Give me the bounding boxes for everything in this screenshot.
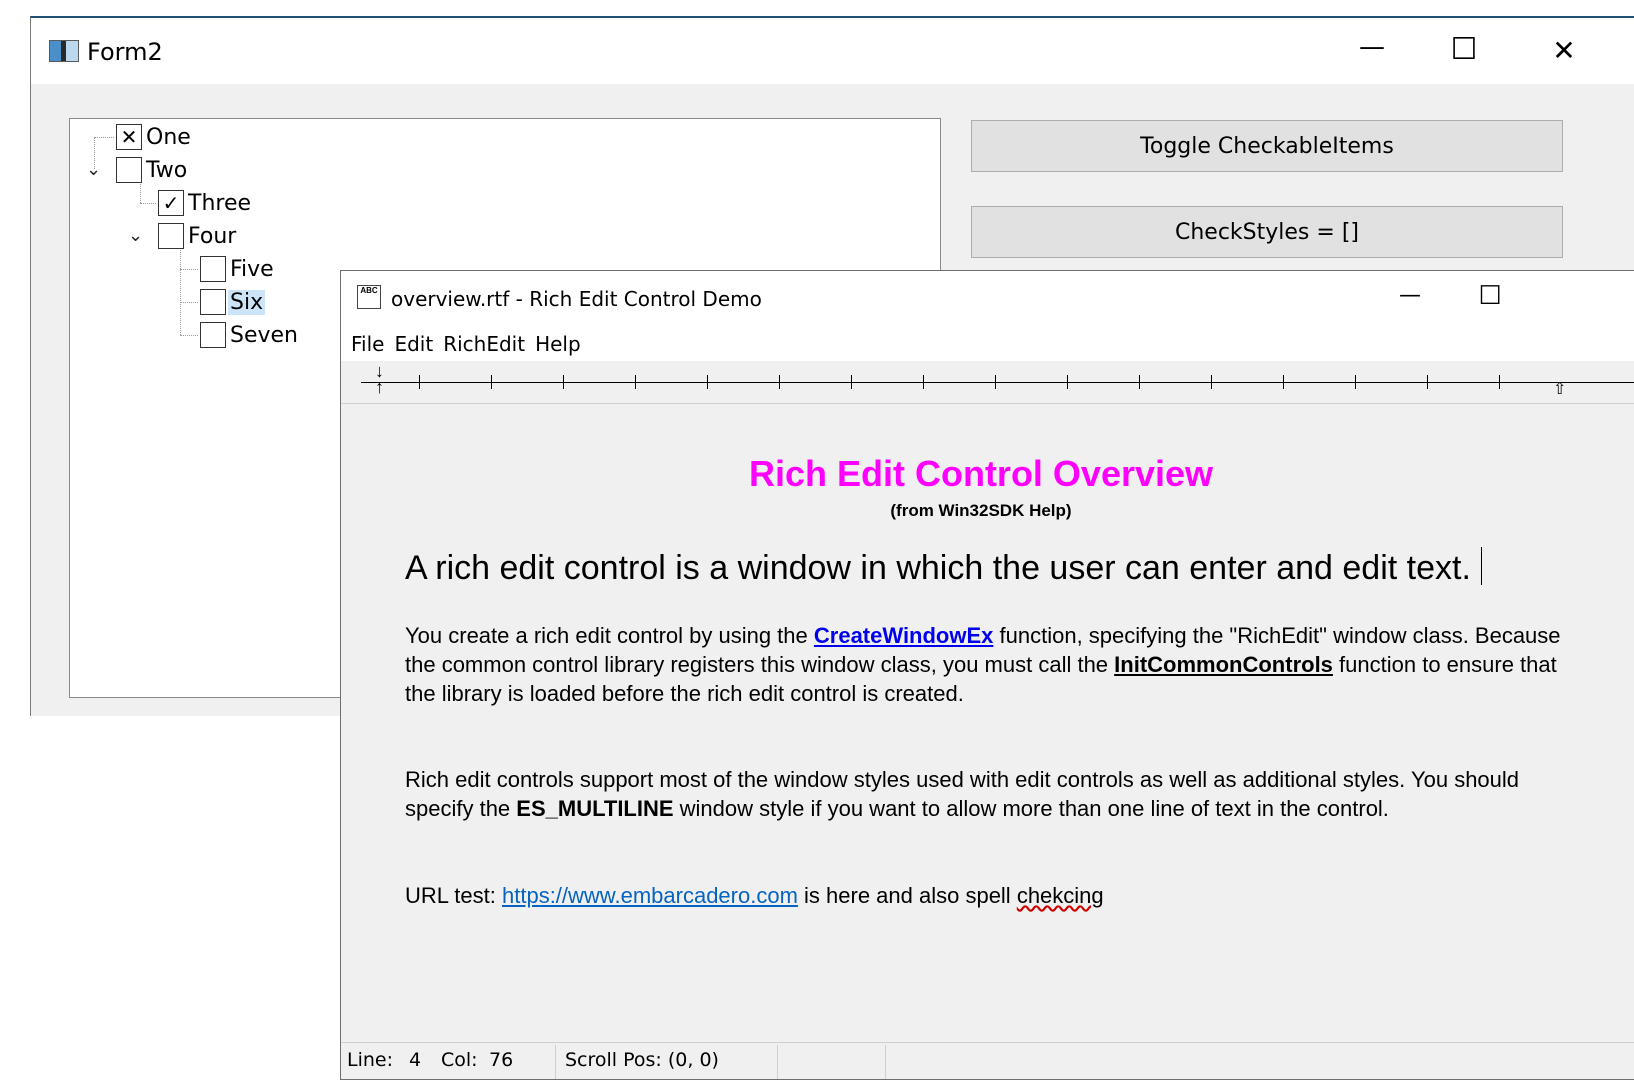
tree-node-label: Two	[146, 157, 188, 183]
ruler[interactable]: ↓ ↑ ⇧	[341, 362, 1634, 404]
text-run: URL test:	[405, 883, 502, 908]
tree-connector	[140, 203, 156, 204]
tree-node-three[interactable]: ✓ Three	[158, 188, 253, 218]
doc-paragraph-2: Rich edit controls support most of the w…	[405, 765, 1565, 823]
text-run: You create a rich edit control by using …	[405, 623, 814, 648]
tab-marker-icon[interactable]: ⇧	[1553, 379, 1566, 399]
maximize-button[interactable]: ☐	[1465, 281, 1515, 311]
status-line-label: Line:	[347, 1049, 393, 1071]
ruler-tick	[707, 375, 708, 389]
tree-node-one[interactable]: ✕ One	[116, 122, 193, 152]
rich-edit-window: ABC overview.rtf - Rich Edit Control Dem…	[340, 270, 1634, 1080]
misspelled-word: chekcing	[1016, 883, 1104, 908]
ruler-tick	[419, 375, 420, 389]
menu-help[interactable]: Help	[535, 332, 581, 356]
checkbox[interactable]	[158, 223, 184, 249]
minimize-button[interactable]: —	[1347, 32, 1397, 62]
ruler-tick	[1283, 375, 1284, 389]
rich-title: overview.rtf - Rich Edit Control Demo	[391, 287, 762, 311]
tree-connector	[180, 269, 198, 270]
chevron-down-icon[interactable]: ⌄	[128, 225, 143, 246]
tree-node-label: Three	[188, 190, 252, 216]
checkstyles-button[interactable]: CheckStyles = []	[971, 206, 1563, 258]
ruler-tick	[1211, 375, 1212, 389]
doc-lead: A rich edit control is a window in which…	[405, 547, 1482, 588]
tree-connector	[94, 137, 114, 138]
form2-title: Form2	[87, 38, 163, 66]
tree-node-seven[interactable]: Seven	[200, 320, 300, 350]
status-divider	[885, 1045, 886, 1079]
ruler-tick	[851, 375, 852, 389]
ruler-tick	[995, 375, 996, 389]
tree-node-label: One	[146, 124, 191, 150]
ruler-tick	[491, 375, 492, 389]
form-app-icon	[49, 40, 79, 62]
createwindowex-link[interactable]: CreateWindowEx	[814, 623, 994, 648]
indent-marker-icon[interactable]: ↓ ↑	[375, 362, 384, 396]
status-line-value: 4	[409, 1049, 422, 1071]
tree-node-five[interactable]: Five	[200, 254, 276, 284]
tree-node-label: Five	[230, 256, 274, 282]
tree-connector	[180, 302, 198, 303]
ruler-tick	[1355, 375, 1356, 389]
menu-file[interactable]: File	[351, 332, 384, 356]
menu-edit[interactable]: Edit	[394, 332, 433, 356]
status-divider	[555, 1045, 556, 1079]
doc-lead-text: A rich edit control is a window in which…	[405, 549, 1471, 587]
checkbox[interactable]: ✓	[158, 190, 184, 216]
maximize-button[interactable]: ☐	[1439, 32, 1489, 67]
form2-titlebar[interactable]: Form2 — ☐ ✕	[31, 18, 1634, 84]
ruler-tick	[1499, 375, 1500, 389]
tree-node-four[interactable]: Four	[158, 221, 238, 251]
checkbox[interactable]	[200, 289, 226, 315]
tree-node-six[interactable]: Six	[200, 287, 266, 317]
minimize-button[interactable]: —	[1385, 283, 1435, 308]
chevron-down-icon[interactable]: ⌄	[86, 159, 101, 180]
checkbox[interactable]: ✕	[116, 124, 142, 150]
doc-paragraph-3: URL test: https://www.embarcadero.com is…	[405, 881, 1565, 910]
tree-connector	[180, 247, 181, 335]
ruler-tick	[635, 375, 636, 389]
tree-node-label: Seven	[230, 322, 298, 348]
embarcadero-url-link[interactable]: https://www.embarcadero.com	[502, 883, 798, 908]
status-bar: Line: 4 Col: 76 Scroll Pos: (0, 0)	[341, 1042, 1634, 1079]
menu-richedit[interactable]: RichEdit	[443, 332, 525, 356]
status-scroll-pos: Scroll Pos: (0, 0)	[565, 1049, 719, 1071]
toggle-checkable-items-button[interactable]: Toggle CheckableItems	[971, 120, 1563, 172]
ruler-tick	[779, 375, 780, 389]
tree-node-label: Six	[228, 289, 266, 315]
status-col-value: 76	[489, 1049, 514, 1071]
tree-connector	[180, 335, 198, 336]
initcommoncontrols-link[interactable]: InitCommonControls	[1114, 652, 1333, 677]
menu-bar: File Edit RichEdit Help	[341, 327, 1634, 361]
ruler-tick	[563, 375, 564, 389]
text-caret	[1480, 547, 1482, 585]
status-col-label: Col:	[441, 1049, 478, 1071]
doc-paragraph-1: You create a rich edit control by using …	[405, 621, 1565, 708]
tree-node-label: Four	[188, 223, 237, 249]
ruler-tick	[1139, 375, 1140, 389]
text-run: is here and also spell	[797, 883, 1017, 908]
ruler-tick	[923, 375, 924, 389]
checkbox[interactable]	[200, 256, 226, 282]
doc-title: Rich Edit Control Overview	[748, 453, 1214, 494]
es-multiline-text: ES_MULTILINE	[516, 796, 674, 821]
text-run: window style if you want to allow more t…	[673, 796, 1389, 821]
status-divider	[777, 1045, 778, 1079]
ruler-baseline	[361, 382, 1634, 383]
rich-titlebar[interactable]: ABC overview.rtf - Rich Edit Control Dem…	[341, 271, 1634, 327]
rich-app-icon: ABC	[357, 285, 381, 309]
tree-node-two[interactable]: Two	[116, 155, 189, 185]
ruler-tick	[1427, 375, 1428, 389]
doc-subtitle: (from Win32SDK Help)	[890, 501, 1072, 520]
checkbox[interactable]	[200, 322, 226, 348]
ruler-tick	[1067, 375, 1068, 389]
checkbox[interactable]	[116, 157, 142, 183]
document-area[interactable]: Rich Edit Control Overview (from Win32SD…	[341, 405, 1634, 1043]
close-button[interactable]: ✕	[1539, 34, 1589, 67]
